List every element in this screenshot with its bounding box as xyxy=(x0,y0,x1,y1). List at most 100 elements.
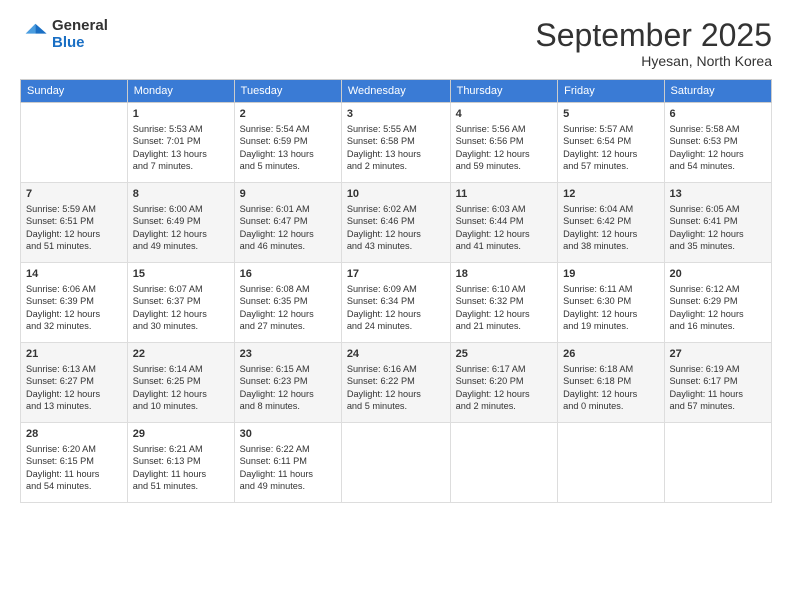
calendar-cell: 4Sunrise: 5:56 AM Sunset: 6:56 PM Daylig… xyxy=(450,103,558,183)
day-info: Sunrise: 6:11 AM Sunset: 6:30 PM Dayligh… xyxy=(563,283,658,333)
calendar-cell: 17Sunrise: 6:09 AM Sunset: 6:34 PM Dayli… xyxy=(341,263,450,343)
logo-blue: Blue xyxy=(52,35,108,52)
calendar-cell: 8Sunrise: 6:00 AM Sunset: 6:49 PM Daylig… xyxy=(127,183,234,263)
header: General Blue September 2025 Hyesan, Nort… xyxy=(20,18,772,69)
calendar-cell: 22Sunrise: 6:14 AM Sunset: 6:25 PM Dayli… xyxy=(127,343,234,423)
col-sunday: Sunday xyxy=(21,80,128,103)
day-info: Sunrise: 5:54 AM Sunset: 6:59 PM Dayligh… xyxy=(240,123,336,173)
day-info: Sunrise: 6:10 AM Sunset: 6:32 PM Dayligh… xyxy=(456,283,553,333)
day-info: Sunrise: 6:08 AM Sunset: 6:35 PM Dayligh… xyxy=(240,283,336,333)
day-info: Sunrise: 6:02 AM Sunset: 6:46 PM Dayligh… xyxy=(347,203,445,253)
col-monday: Monday xyxy=(127,80,234,103)
location-subtitle: Hyesan, North Korea xyxy=(535,53,772,69)
calendar-cell: 20Sunrise: 6:12 AM Sunset: 6:29 PM Dayli… xyxy=(664,263,771,343)
day-number: 3 xyxy=(347,107,445,122)
day-info: Sunrise: 6:12 AM Sunset: 6:29 PM Dayligh… xyxy=(670,283,766,333)
calendar-cell: 3Sunrise: 5:55 AM Sunset: 6:58 PM Daylig… xyxy=(341,103,450,183)
day-info: Sunrise: 6:18 AM Sunset: 6:18 PM Dayligh… xyxy=(563,363,658,413)
day-info: Sunrise: 6:00 AM Sunset: 6:49 PM Dayligh… xyxy=(133,203,229,253)
col-thursday: Thursday xyxy=(450,80,558,103)
month-title: September 2025 xyxy=(535,18,772,53)
day-info: Sunrise: 6:22 AM Sunset: 6:11 PM Dayligh… xyxy=(240,443,336,493)
week-row-3: 14Sunrise: 6:06 AM Sunset: 6:39 PM Dayli… xyxy=(21,263,772,343)
calendar-cell: 9Sunrise: 6:01 AM Sunset: 6:47 PM Daylig… xyxy=(234,183,341,263)
week-row-4: 21Sunrise: 6:13 AM Sunset: 6:27 PM Dayli… xyxy=(21,343,772,423)
day-info: Sunrise: 6:13 AM Sunset: 6:27 PM Dayligh… xyxy=(26,363,122,413)
logo-icon xyxy=(20,21,48,49)
day-number: 8 xyxy=(133,187,229,202)
calendar-cell: 12Sunrise: 6:04 AM Sunset: 6:42 PM Dayli… xyxy=(558,183,664,263)
week-row-5: 28Sunrise: 6:20 AM Sunset: 6:15 PM Dayli… xyxy=(21,423,772,503)
col-wednesday: Wednesday xyxy=(341,80,450,103)
day-number: 6 xyxy=(670,107,766,122)
day-info: Sunrise: 6:14 AM Sunset: 6:25 PM Dayligh… xyxy=(133,363,229,413)
calendar-cell xyxy=(341,423,450,503)
day-info: Sunrise: 6:16 AM Sunset: 6:22 PM Dayligh… xyxy=(347,363,445,413)
calendar-cell: 7Sunrise: 5:59 AM Sunset: 6:51 PM Daylig… xyxy=(21,183,128,263)
calendar-cell xyxy=(21,103,128,183)
day-info: Sunrise: 6:20 AM Sunset: 6:15 PM Dayligh… xyxy=(26,443,122,493)
week-row-2: 7Sunrise: 5:59 AM Sunset: 6:51 PM Daylig… xyxy=(21,183,772,263)
day-number: 19 xyxy=(563,267,658,282)
day-info: Sunrise: 6:04 AM Sunset: 6:42 PM Dayligh… xyxy=(563,203,658,253)
day-info: Sunrise: 6:15 AM Sunset: 6:23 PM Dayligh… xyxy=(240,363,336,413)
col-tuesday: Tuesday xyxy=(234,80,341,103)
day-info: Sunrise: 5:59 AM Sunset: 6:51 PM Dayligh… xyxy=(26,203,122,253)
day-number: 14 xyxy=(26,267,122,282)
col-friday: Friday xyxy=(558,80,664,103)
day-number: 10 xyxy=(347,187,445,202)
calendar-cell: 5Sunrise: 5:57 AM Sunset: 6:54 PM Daylig… xyxy=(558,103,664,183)
calendar-cell xyxy=(450,423,558,503)
calendar-cell xyxy=(558,423,664,503)
calendar-cell: 2Sunrise: 5:54 AM Sunset: 6:59 PM Daylig… xyxy=(234,103,341,183)
calendar-cell: 10Sunrise: 6:02 AM Sunset: 6:46 PM Dayli… xyxy=(341,183,450,263)
day-number: 11 xyxy=(456,187,553,202)
day-info: Sunrise: 6:09 AM Sunset: 6:34 PM Dayligh… xyxy=(347,283,445,333)
calendar-cell: 19Sunrise: 6:11 AM Sunset: 6:30 PM Dayli… xyxy=(558,263,664,343)
day-info: Sunrise: 6:19 AM Sunset: 6:17 PM Dayligh… xyxy=(670,363,766,413)
day-number: 16 xyxy=(240,267,336,282)
day-number: 12 xyxy=(563,187,658,202)
calendar-cell: 23Sunrise: 6:15 AM Sunset: 6:23 PM Dayli… xyxy=(234,343,341,423)
col-saturday: Saturday xyxy=(664,80,771,103)
day-number: 7 xyxy=(26,187,122,202)
logo: General Blue xyxy=(20,18,108,51)
calendar-cell: 15Sunrise: 6:07 AM Sunset: 6:37 PM Dayli… xyxy=(127,263,234,343)
logo-general: General xyxy=(52,18,108,35)
day-info: Sunrise: 6:17 AM Sunset: 6:20 PM Dayligh… xyxy=(456,363,553,413)
day-number: 22 xyxy=(133,347,229,362)
day-info: Sunrise: 5:57 AM Sunset: 6:54 PM Dayligh… xyxy=(563,123,658,173)
day-number: 15 xyxy=(133,267,229,282)
day-info: Sunrise: 6:01 AM Sunset: 6:47 PM Dayligh… xyxy=(240,203,336,253)
day-info: Sunrise: 5:55 AM Sunset: 6:58 PM Dayligh… xyxy=(347,123,445,173)
day-number: 28 xyxy=(26,427,122,442)
week-row-1: 1Sunrise: 5:53 AM Sunset: 7:01 PM Daylig… xyxy=(21,103,772,183)
title-block: September 2025 Hyesan, North Korea xyxy=(535,18,772,69)
calendar-cell: 6Sunrise: 5:58 AM Sunset: 6:53 PM Daylig… xyxy=(664,103,771,183)
day-number: 25 xyxy=(456,347,553,362)
day-info: Sunrise: 6:05 AM Sunset: 6:41 PM Dayligh… xyxy=(670,203,766,253)
day-info: Sunrise: 6:07 AM Sunset: 6:37 PM Dayligh… xyxy=(133,283,229,333)
day-number: 13 xyxy=(670,187,766,202)
calendar-cell: 13Sunrise: 6:05 AM Sunset: 6:41 PM Dayli… xyxy=(664,183,771,263)
day-info: Sunrise: 5:58 AM Sunset: 6:53 PM Dayligh… xyxy=(670,123,766,173)
calendar-header-row: Sunday Monday Tuesday Wednesday Thursday… xyxy=(21,80,772,103)
day-number: 1 xyxy=(133,107,229,122)
calendar-cell: 1Sunrise: 5:53 AM Sunset: 7:01 PM Daylig… xyxy=(127,103,234,183)
day-info: Sunrise: 5:56 AM Sunset: 6:56 PM Dayligh… xyxy=(456,123,553,173)
day-number: 21 xyxy=(26,347,122,362)
calendar-cell: 26Sunrise: 6:18 AM Sunset: 6:18 PM Dayli… xyxy=(558,343,664,423)
calendar-cell: 27Sunrise: 6:19 AM Sunset: 6:17 PM Dayli… xyxy=(664,343,771,423)
calendar-cell: 28Sunrise: 6:20 AM Sunset: 6:15 PM Dayli… xyxy=(21,423,128,503)
day-number: 18 xyxy=(456,267,553,282)
day-number: 30 xyxy=(240,427,336,442)
day-number: 20 xyxy=(670,267,766,282)
day-number: 29 xyxy=(133,427,229,442)
day-number: 23 xyxy=(240,347,336,362)
day-number: 2 xyxy=(240,107,336,122)
day-number: 4 xyxy=(456,107,553,122)
day-number: 27 xyxy=(670,347,766,362)
day-number: 5 xyxy=(563,107,658,122)
calendar-cell: 30Sunrise: 6:22 AM Sunset: 6:11 PM Dayli… xyxy=(234,423,341,503)
day-number: 26 xyxy=(563,347,658,362)
